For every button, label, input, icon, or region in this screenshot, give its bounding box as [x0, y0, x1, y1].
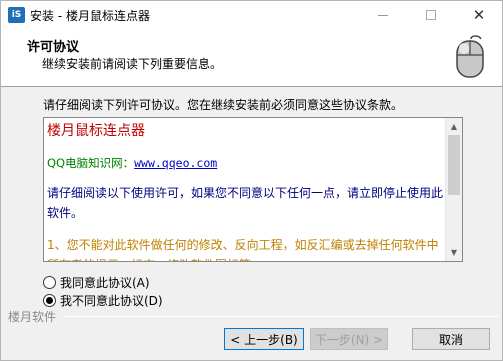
page-subtitle: 继续安装前请阅读下列重要信息。: [42, 57, 223, 71]
site-link[interactable]: www.qqeo.com: [134, 156, 217, 170]
license-paragraph: 请仔细阅读以下使用许可，如果您不同意以下任何一点，请立即停止使用此软件。: [47, 186, 444, 220]
cancel-button[interactable]: 取消: [412, 328, 490, 350]
mouse-icon: [456, 35, 484, 78]
minimize-icon: [378, 14, 388, 16]
title-bar: iS 安装 - 楼月鼠标连点器 ✕: [1, 1, 502, 29]
close-icon: ✕: [472, 6, 486, 24]
minimize-button[interactable]: [361, 1, 405, 29]
window-title: 安装 - 楼月鼠标连点器: [30, 9, 150, 23]
wizard-header: 许可协议 继续安装前请阅读下列重要信息。: [1, 29, 502, 87]
license-clause: 1、您不能对此软件做任何的修改、反向工程，如反汇编或去掉任何软件中所有者的提示、…: [47, 238, 439, 261]
footer-divider: [63, 316, 500, 317]
decline-radio[interactable]: [43, 294, 56, 307]
installer-window: iS 安装 - 楼月鼠标连点器 ✕ 许可协议 继续安装前请阅读下列重要信息。 请…: [0, 0, 503, 361]
site-label: QQ电脑知识网：: [47, 156, 135, 170]
close-button[interactable]: ✕: [457, 1, 501, 29]
license-textbox[interactable]: 楼月鼠标连点器 QQ电脑知识网：www.qqeo.com 请仔细阅读以下使用许可…: [43, 117, 463, 262]
accept-radio-option[interactable]: 我同意此协议(A): [43, 274, 150, 291]
page-title: 许可协议: [27, 40, 80, 55]
license-content: 楼月鼠标连点器 QQ电脑知识网：www.qqeo.com 请仔细阅读以下使用许可…: [47, 121, 444, 261]
license-title: 楼月鼠标连点器: [47, 123, 145, 139]
license-scrollbar[interactable]: ▲ ▼: [445, 118, 462, 261]
instruction-text: 请仔细阅读下列许可协议。您在继续安装前必须同意这些协议条款。: [43, 98, 404, 112]
maximize-icon: [426, 10, 436, 20]
decline-radio-option[interactable]: 我不同意此协议(D): [43, 292, 163, 309]
next-button[interactable]: 下一步(N) >: [310, 328, 388, 350]
decline-label: 我不同意此协议(D): [60, 294, 163, 308]
scroll-down-icon[interactable]: ▼: [446, 244, 462, 261]
scroll-thumb[interactable]: [448, 135, 460, 195]
back-button[interactable]: < 上一步(B): [224, 328, 304, 350]
app-icon: iS: [8, 7, 25, 23]
accept-label: 我同意此协议(A): [60, 276, 150, 290]
accept-radio[interactable]: [43, 276, 56, 289]
brand-label: 楼月软件: [8, 310, 57, 324]
scroll-up-icon[interactable]: ▲: [446, 118, 462, 135]
maximize-button[interactable]: [409, 1, 453, 29]
license-site: QQ电脑知识网：www.qqeo.com: [47, 155, 444, 171]
